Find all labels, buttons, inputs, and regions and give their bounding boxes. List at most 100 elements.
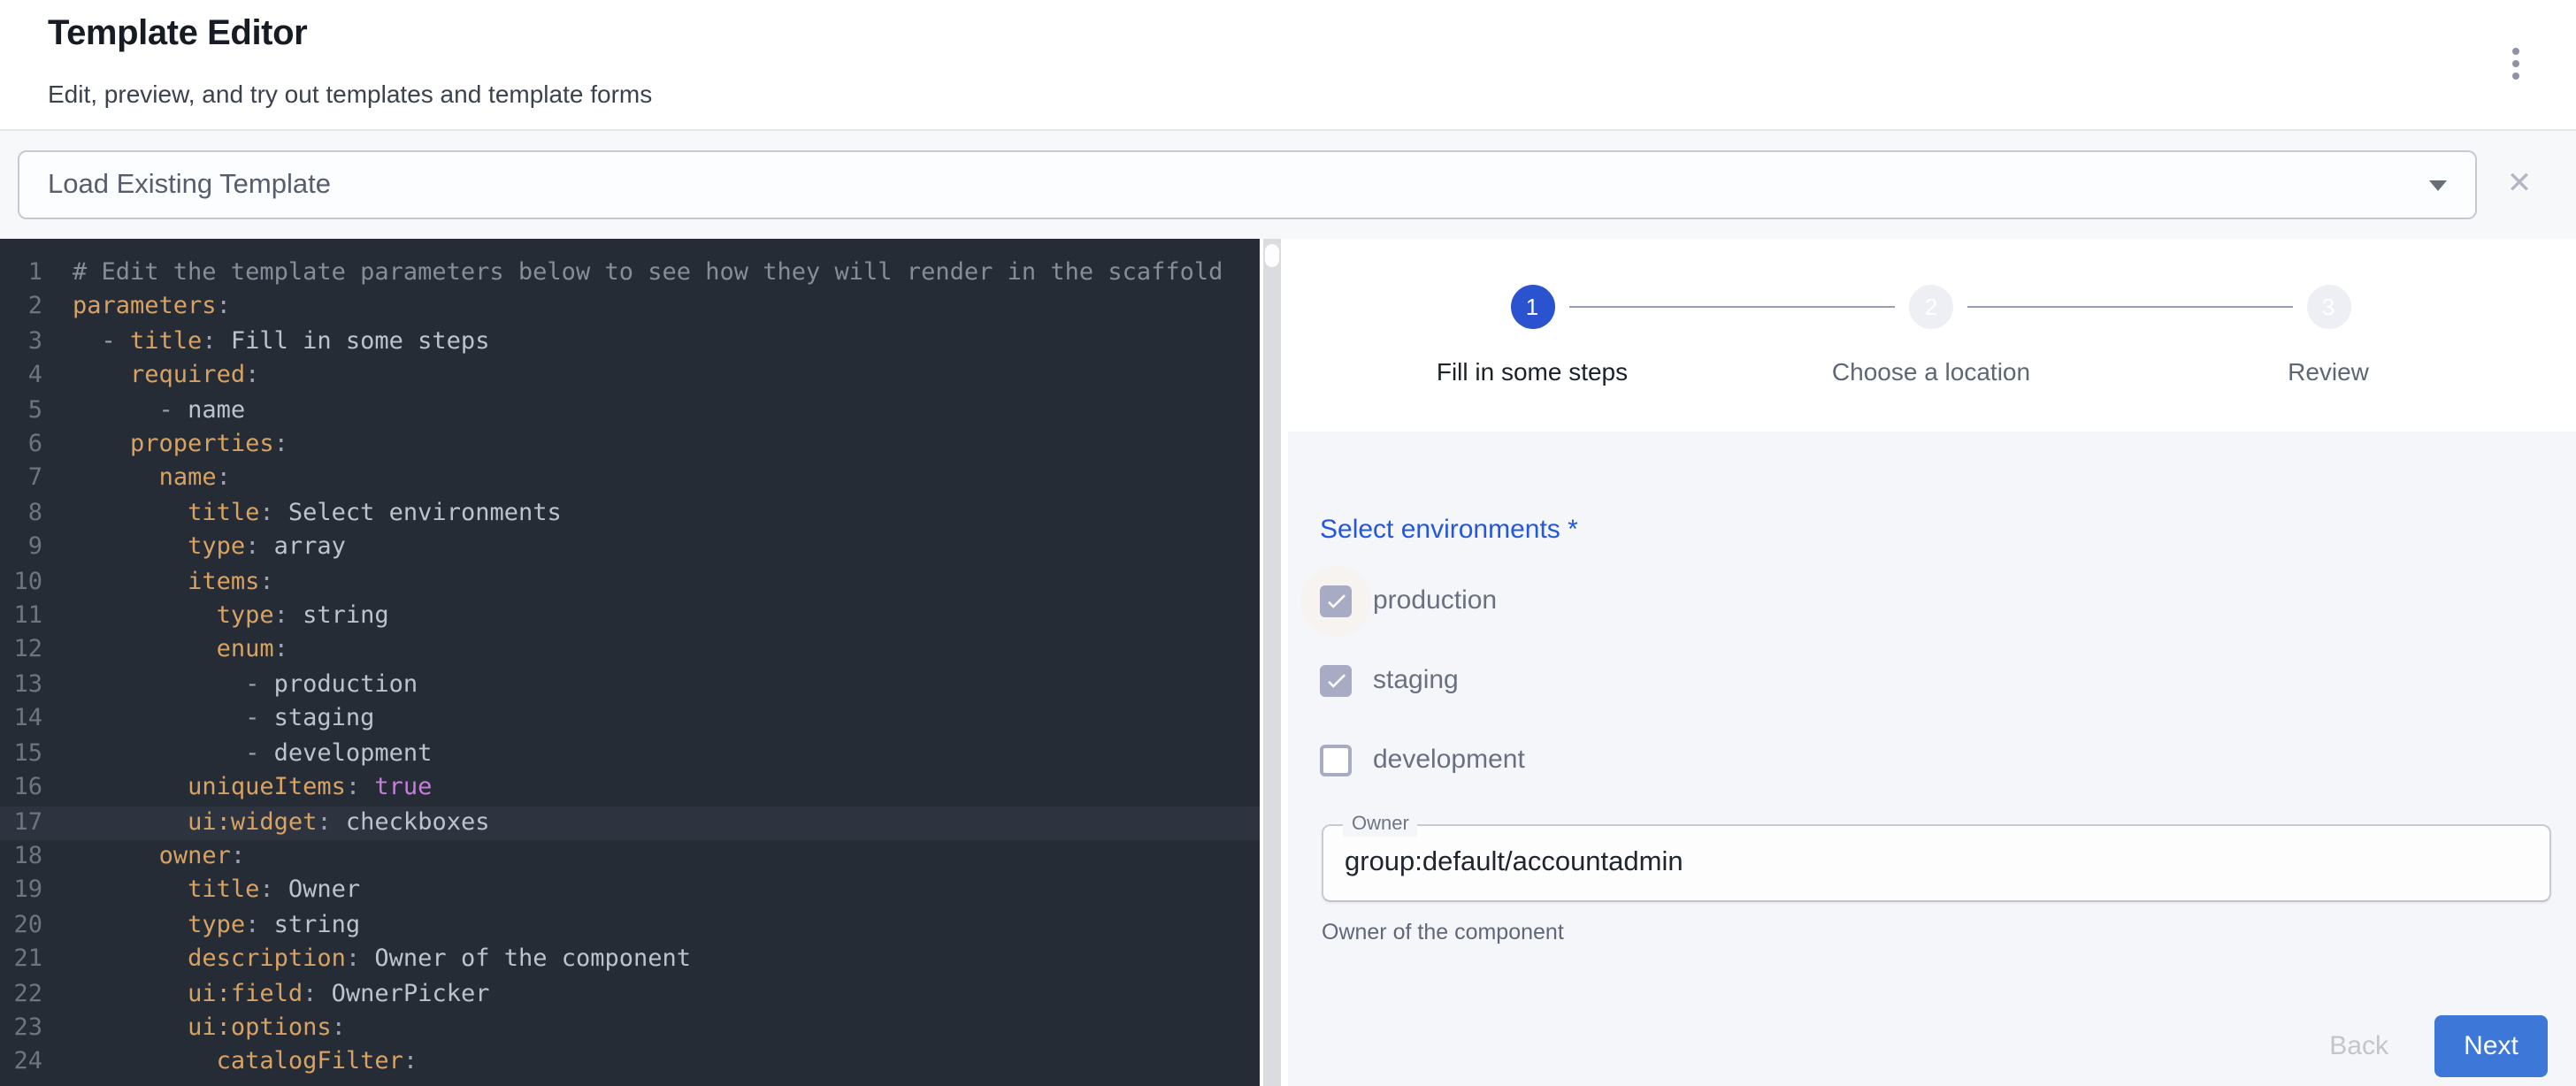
- back-button[interactable]: Back: [2308, 1017, 2410, 1075]
- dropdown-arrow-icon: [2429, 180, 2447, 191]
- code-text: title: Owner: [73, 875, 360, 909]
- code-text: ui:options:: [73, 1012, 346, 1046]
- code-line[interactable]: 11 type: string: [0, 600, 1260, 634]
- line-number: 17: [0, 806, 42, 840]
- code-line[interactable]: 17 ui:widget: checkboxes: [0, 806, 1260, 840]
- line-number: 19: [0, 875, 42, 909]
- form-panel: Select environments * production staging d…: [1288, 432, 2576, 1086]
- code-text: owner:: [73, 840, 245, 875]
- line-number: 20: [0, 908, 42, 943]
- owner-helper-text: Owner of the component: [1322, 920, 2551, 945]
- code-text: enum:: [73, 634, 288, 669]
- page-subtitle: Edit, preview, and try out templates and…: [48, 80, 652, 108]
- code-line[interactable]: 8 title: Select environments: [0, 497, 1260, 532]
- code-text: items:: [73, 565, 274, 600]
- code-line[interactable]: 21 description: Owner of the component: [0, 943, 1260, 977]
- line-number: 11: [0, 600, 42, 634]
- template-yaml-editor[interactable]: 1 # Edit the template parameters below to…: [0, 239, 1260, 1086]
- checkbox-label: production: [1373, 585, 1497, 616]
- code-text: required:: [73, 359, 259, 394]
- line-number: 5: [0, 394, 42, 428]
- checkbox[interactable]: [1320, 744, 1352, 776]
- wizard-stepper: 1Fill in some steps2Choose a location3Re…: [1281, 239, 2576, 432]
- code-line[interactable]: 4 required:: [0, 359, 1260, 394]
- owner-input[interactable]: [1322, 824, 2551, 902]
- code-text: uniqueItems: true: [73, 771, 432, 806]
- code-line[interactable]: 16 uniqueItems: true: [0, 771, 1260, 806]
- divider-handle[interactable]: [1265, 244, 1279, 267]
- line-number: 18: [0, 840, 42, 875]
- line-number: 23: [0, 1012, 42, 1046]
- code-line[interactable]: 3 - title: Fill in some steps: [0, 325, 1260, 360]
- step-label: Choose a location: [1754, 357, 2108, 386]
- form-preview-pane: 1Fill in some steps2Choose a location3Re…: [1281, 239, 2576, 1086]
- checkbox-label: development: [1373, 745, 1525, 775]
- checkbox-option[interactable]: production: [1320, 561, 1525, 640]
- line-number: 15: [0, 737, 42, 771]
- field-group-label: Select environments *: [1320, 515, 1578, 545]
- checkbox-group: production staging development: [1320, 561, 1525, 799]
- code-text: - name: [73, 394, 245, 428]
- line-number: 21: [0, 943, 42, 977]
- code-line[interactable]: 2 parameters:: [0, 291, 1260, 325]
- page-title: Template Editor: [48, 14, 307, 55]
- line-number: 13: [0, 669, 42, 703]
- code-text: parameters:: [73, 291, 231, 325]
- code-line[interactable]: 15 - development: [0, 737, 1260, 771]
- checkbox-option[interactable]: development: [1320, 720, 1525, 799]
- code-text: title: Select environments: [73, 497, 562, 532]
- code-line[interactable]: 24 catalogFilter:: [0, 1046, 1260, 1081]
- code-line[interactable]: 9 type: array: [0, 532, 1260, 566]
- checkbox-label: staging: [1373, 665, 1459, 695]
- line-number: 12: [0, 634, 42, 669]
- line-number: 2: [0, 291, 42, 325]
- line-number: 1: [0, 256, 42, 291]
- load-existing-template-select[interactable]: Load Existing Template: [18, 150, 2477, 219]
- code-text: # Edit the template parameters below to …: [73, 256, 1223, 291]
- code-line[interactable]: 5 - name: [0, 394, 1260, 428]
- line-number: 8: [0, 497, 42, 532]
- line-number: 3: [0, 325, 42, 360]
- code-text: ui:widget: checkboxes: [73, 806, 489, 840]
- code-line[interactable]: 18 owner:: [0, 840, 1260, 875]
- main-split: 1 # Edit the template parameters below to…: [0, 239, 2576, 1086]
- code-text: - title: Fill in some steps: [73, 325, 489, 360]
- required-marker: *: [1568, 515, 1578, 545]
- owner-field-group: Owner Owner of the component: [1322, 824, 2551, 945]
- step-indicator: 1: [1510, 284, 1554, 328]
- code-line[interactable]: 19 title: Owner: [0, 875, 1260, 909]
- code-line[interactable]: 7 name:: [0, 463, 1260, 497]
- code-line[interactable]: 6 properties:: [0, 428, 1260, 463]
- step-label: Fill in some steps: [1355, 357, 1709, 386]
- code-text: - production: [73, 669, 418, 703]
- line-number: 9: [0, 532, 42, 566]
- code-line[interactable]: 13 - production: [0, 669, 1260, 703]
- kebab-menu-icon: [2512, 73, 2520, 80]
- line-number: 22: [0, 977, 42, 1012]
- code-text: type: string: [73, 908, 360, 943]
- step-connector: [1568, 305, 1895, 308]
- checkbox[interactable]: [1320, 664, 1352, 696]
- close-button[interactable]: ✕: [2498, 163, 2541, 205]
- code-line[interactable]: 12 enum:: [0, 634, 1260, 669]
- pane-resize-divider[interactable]: [1263, 239, 1281, 1086]
- code-line[interactable]: 23 ui:options:: [0, 1012, 1260, 1046]
- code-line[interactable]: 10 items:: [0, 565, 1260, 600]
- code-line[interactable]: 20 type: string: [0, 908, 1260, 943]
- code-line[interactable]: 22 ui:field: OwnerPicker: [0, 977, 1260, 1012]
- step-indicator: 2: [1909, 284, 1953, 328]
- checkbox[interactable]: [1320, 585, 1352, 616]
- code-text: type: array: [73, 532, 346, 566]
- code-line[interactable]: 1 # Edit the template parameters below to…: [0, 256, 1260, 291]
- more-options-button[interactable]: [2491, 39, 2541, 88]
- select-placeholder: Load Existing Template: [48, 152, 331, 218]
- check-icon: [1322, 667, 1349, 693]
- code-text: - development: [73, 737, 432, 771]
- template-editor-page: Template Editor Edit, preview, and try o…: [0, 0, 2576, 1086]
- next-button[interactable]: Next: [2434, 1015, 2548, 1077]
- code-text: type: string: [73, 600, 389, 634]
- checkbox-option[interactable]: staging: [1320, 640, 1525, 720]
- close-icon: ✕: [2507, 166, 2533, 200]
- line-number: 4: [0, 359, 42, 394]
- code-line[interactable]: 14 - staging: [0, 703, 1260, 738]
